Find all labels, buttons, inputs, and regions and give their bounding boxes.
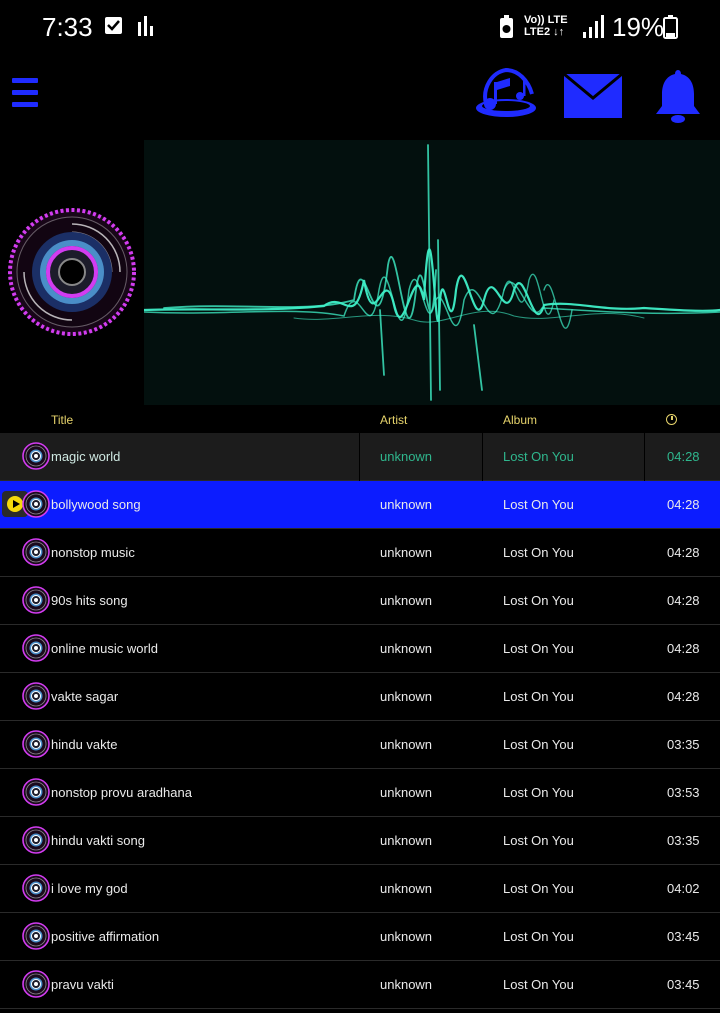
song-artist: unknown [380,545,433,560]
song-duration: 03:53 [667,785,700,800]
song-duration: 03:45 [667,929,700,944]
song-row[interactable]: online music world unknown Lost On You 04:2… [0,625,720,673]
song-row[interactable]: 90s hits song unknown Lost On You 04:28 [0,577,720,625]
song-album: Lost On You [503,689,574,704]
battery-icon [663,15,678,39]
song-duration: 03:35 [667,737,700,752]
song-album: Lost On You [503,881,574,896]
song-disc-icon [22,730,50,758]
song-artist: unknown [380,689,433,704]
music-logo-icon[interactable] [472,64,540,124]
song-disc-icon [22,586,50,614]
song-artist: unknown [380,593,433,608]
song-title: magic world [51,449,121,464]
song-disc-icon [22,778,50,806]
song-artist: unknown [380,641,433,656]
song-album: Lost On You [503,641,574,656]
song-disc-icon [22,442,50,470]
song-disc-icon [22,490,50,518]
song-row[interactable]: bollywood song unknown Lost On You 04:28 [0,481,720,529]
check-box-icon [105,17,122,34]
song-artist: unknown [380,833,433,848]
battery-percent: 19% [612,12,665,42]
column-artist[interactable]: Artist [380,413,407,427]
status-bar: 7:33 Vo)) LTE LTE2 ↓↑ 19% [0,0,720,56]
song-title: online music world [51,641,158,656]
song-disc-icon [22,970,50,998]
song-row[interactable]: nonstop provu aradhana unknown Lost On You… [0,769,720,817]
song-album: Lost On You [503,545,574,560]
song-artist: unknown [380,881,433,896]
song-title: nonstop music [51,545,135,560]
album-disc-icon [8,208,136,336]
mail-icon[interactable] [562,72,624,120]
song-disc-icon [22,874,50,902]
song-album: Lost On You [503,737,574,752]
clock-icon[interactable] [666,414,677,425]
song-album: Lost On You [503,593,574,608]
song-artist: unknown [380,977,433,992]
song-title: bollywood song [51,497,141,512]
song-title: hindu vakti song [51,833,145,848]
song-duration: 04:28 [667,689,700,704]
song-title: vakte sagar [51,689,119,704]
menu-icon[interactable] [12,78,38,112]
song-row[interactable]: nonstop music unknown Lost On You 04:28 [0,529,720,577]
song-title: hindu vakte [51,737,118,752]
song-list: magic world unknown Lost On You 04:28 bollyw… [0,433,720,1009]
status-time: 7:33 [42,12,93,42]
song-album: Lost On You [503,977,574,992]
song-artist: unknown [380,929,433,944]
now-playing-visual [0,140,720,405]
song-title: pravu vakti [51,977,114,992]
equalizer-icon [138,16,153,36]
song-disc-icon [22,826,50,854]
song-duration: 04:28 [667,449,700,464]
bell-icon[interactable] [654,68,702,124]
song-duration: 04:02 [667,881,700,896]
song-album: Lost On You [503,497,574,512]
column-title[interactable]: Title [51,413,73,427]
song-disc-icon [22,634,50,662]
column-album[interactable]: Album [503,413,537,427]
song-row[interactable]: i love my god unknown Lost On You 04:02 [0,865,720,913]
song-album: Lost On You [503,929,574,944]
song-title: positive affirmation [51,929,160,944]
battery-saver-icon [500,15,513,38]
song-disc-icon [22,922,50,950]
network-bottom-label: LTE2 ↓↑ [524,26,565,38]
song-duration: 03:45 [667,977,700,992]
song-duration: 03:35 [667,833,700,848]
song-disc-icon [22,682,50,710]
song-artist: unknown [380,497,433,512]
song-duration: 04:28 [667,641,700,656]
network-top-label: Vo)) LTE [524,14,568,26]
song-album: Lost On You [503,833,574,848]
song-title: nonstop provu aradhana [51,785,192,800]
waveform-visualizer [144,140,720,405]
song-duration: 04:28 [667,593,700,608]
song-title: 90s hits song [51,593,128,608]
song-list-header: Title Artist Album [0,405,720,433]
song-album: Lost On You [503,785,574,800]
song-artist: unknown [380,737,433,752]
song-row[interactable]: positive affirmation unknown Lost On You 03… [0,913,720,961]
network-indicator: Vo)) LTE LTE2 ↓↑ [524,14,568,38]
song-title: i love my god [51,881,128,896]
song-disc-icon [22,538,50,566]
song-row[interactable]: magic world unknown Lost On You 04:28 [0,433,720,481]
song-row[interactable]: hindu vakte unknown Lost On You 03:35 [0,721,720,769]
song-artist: unknown [380,785,433,800]
song-duration: 04:28 [667,497,700,512]
song-duration: 04:28 [667,545,700,560]
song-row[interactable]: hindu vakti song unknown Lost On You 03:35 [0,817,720,865]
song-artist: unknown [380,449,433,464]
song-row[interactable]: pravu vakti unknown Lost On You 03:45 [0,961,720,1009]
app-bar [0,60,720,140]
signal-icon [583,15,604,38]
song-row[interactable]: vakte sagar unknown Lost On You 04:28 [0,673,720,721]
song-album: Lost On You [503,449,574,464]
